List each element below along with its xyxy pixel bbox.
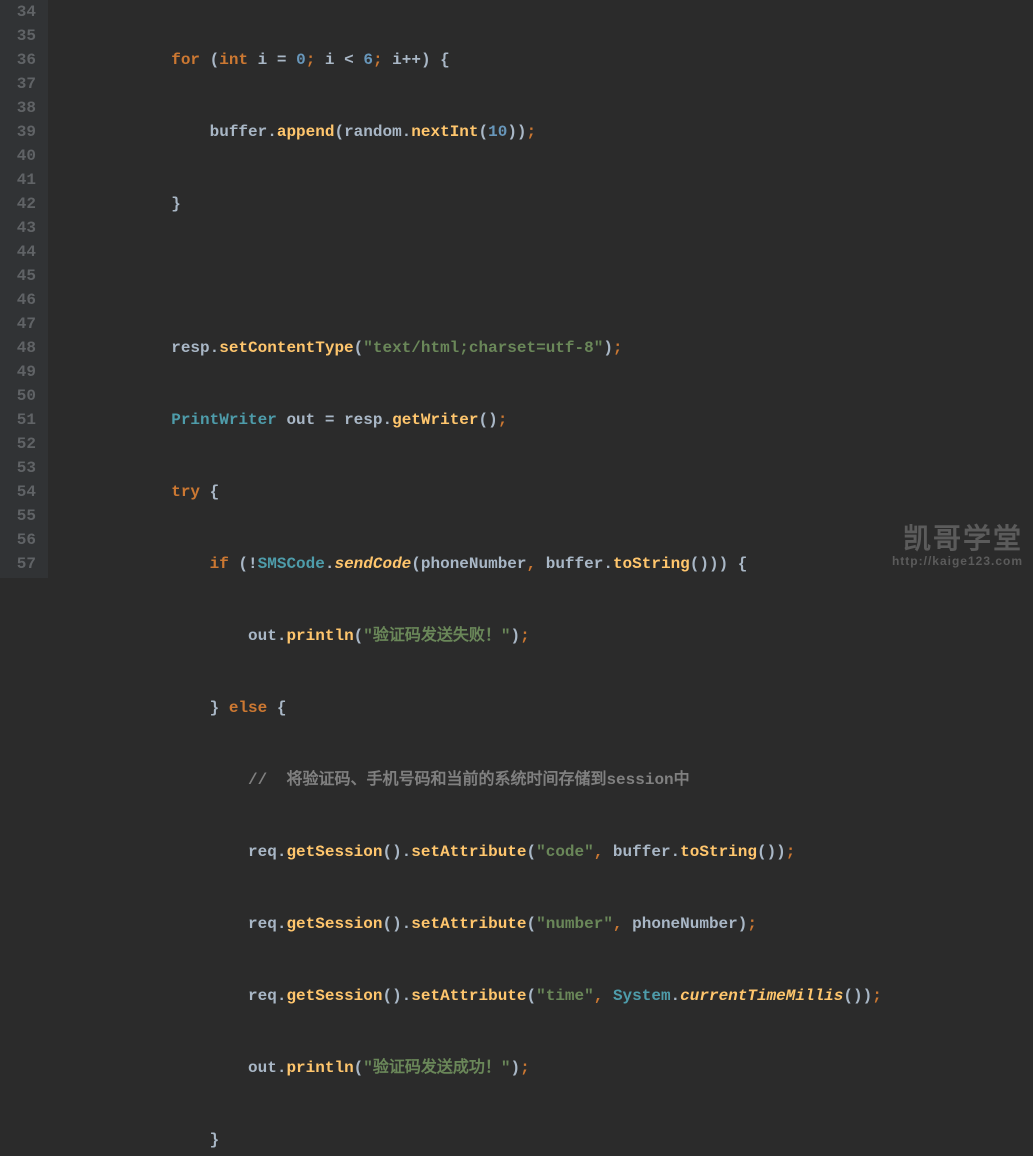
line-number: 36 bbox=[8, 48, 36, 72]
line-number: 52 bbox=[8, 432, 36, 456]
line-number: 56 bbox=[8, 528, 36, 552]
line-number: 42 bbox=[8, 192, 36, 216]
code-line: } bbox=[56, 1128, 882, 1152]
code-line: out.println("验证码发送成功！"); bbox=[56, 1056, 882, 1080]
code-line: req.getSession().setAttribute("number", … bbox=[56, 912, 882, 936]
code-line: req.getSession().setAttribute("time", Sy… bbox=[56, 984, 882, 1008]
code-line: buffer.append(random.nextInt(10)); bbox=[56, 120, 882, 144]
code-line: } bbox=[56, 192, 882, 216]
line-number: 45 bbox=[8, 264, 36, 288]
code-line: try { bbox=[56, 480, 882, 504]
code-editor[interactable]: 3435363738394041424344454647484950515253… bbox=[0, 0, 1033, 578]
line-number: 50 bbox=[8, 384, 36, 408]
line-number: 55 bbox=[8, 504, 36, 528]
line-number: 51 bbox=[8, 408, 36, 432]
code-line: } else { bbox=[56, 696, 882, 720]
line-number: 38 bbox=[8, 96, 36, 120]
line-number: 43 bbox=[8, 216, 36, 240]
line-number: 39 bbox=[8, 120, 36, 144]
code-line: PrintWriter out = resp.getWriter(); bbox=[56, 408, 882, 432]
line-number-gutter: 3435363738394041424344454647484950515253… bbox=[0, 0, 48, 578]
line-number: 54 bbox=[8, 480, 36, 504]
line-number: 37 bbox=[8, 72, 36, 96]
code-area[interactable]: for (int i = 0; i < 6; i++) { buffer.app… bbox=[48, 0, 882, 578]
line-number: 46 bbox=[8, 288, 36, 312]
code-line: req.getSession().setAttribute("code", bu… bbox=[56, 840, 882, 864]
line-number: 47 bbox=[8, 312, 36, 336]
line-number: 34 bbox=[8, 0, 36, 24]
code-line bbox=[56, 264, 882, 288]
code-line: for (int i = 0; i < 6; i++) { bbox=[56, 48, 882, 72]
code-line: resp.setContentType("text/html;charset=u… bbox=[56, 336, 882, 360]
code-line: out.println("验证码发送失败！"); bbox=[56, 624, 882, 648]
line-number: 35 bbox=[8, 24, 36, 48]
line-number: 49 bbox=[8, 360, 36, 384]
line-number: 44 bbox=[8, 240, 36, 264]
line-number: 41 bbox=[8, 168, 36, 192]
line-number: 53 bbox=[8, 456, 36, 480]
code-line: if (!SMSCode.sendCode(phoneNumber, buffe… bbox=[56, 552, 882, 576]
line-number: 48 bbox=[8, 336, 36, 360]
code-line: // 将验证码、手机号码和当前的系统时间存储到session中 bbox=[56, 768, 882, 792]
line-number: 40 bbox=[8, 144, 36, 168]
line-number: 57 bbox=[8, 552, 36, 576]
